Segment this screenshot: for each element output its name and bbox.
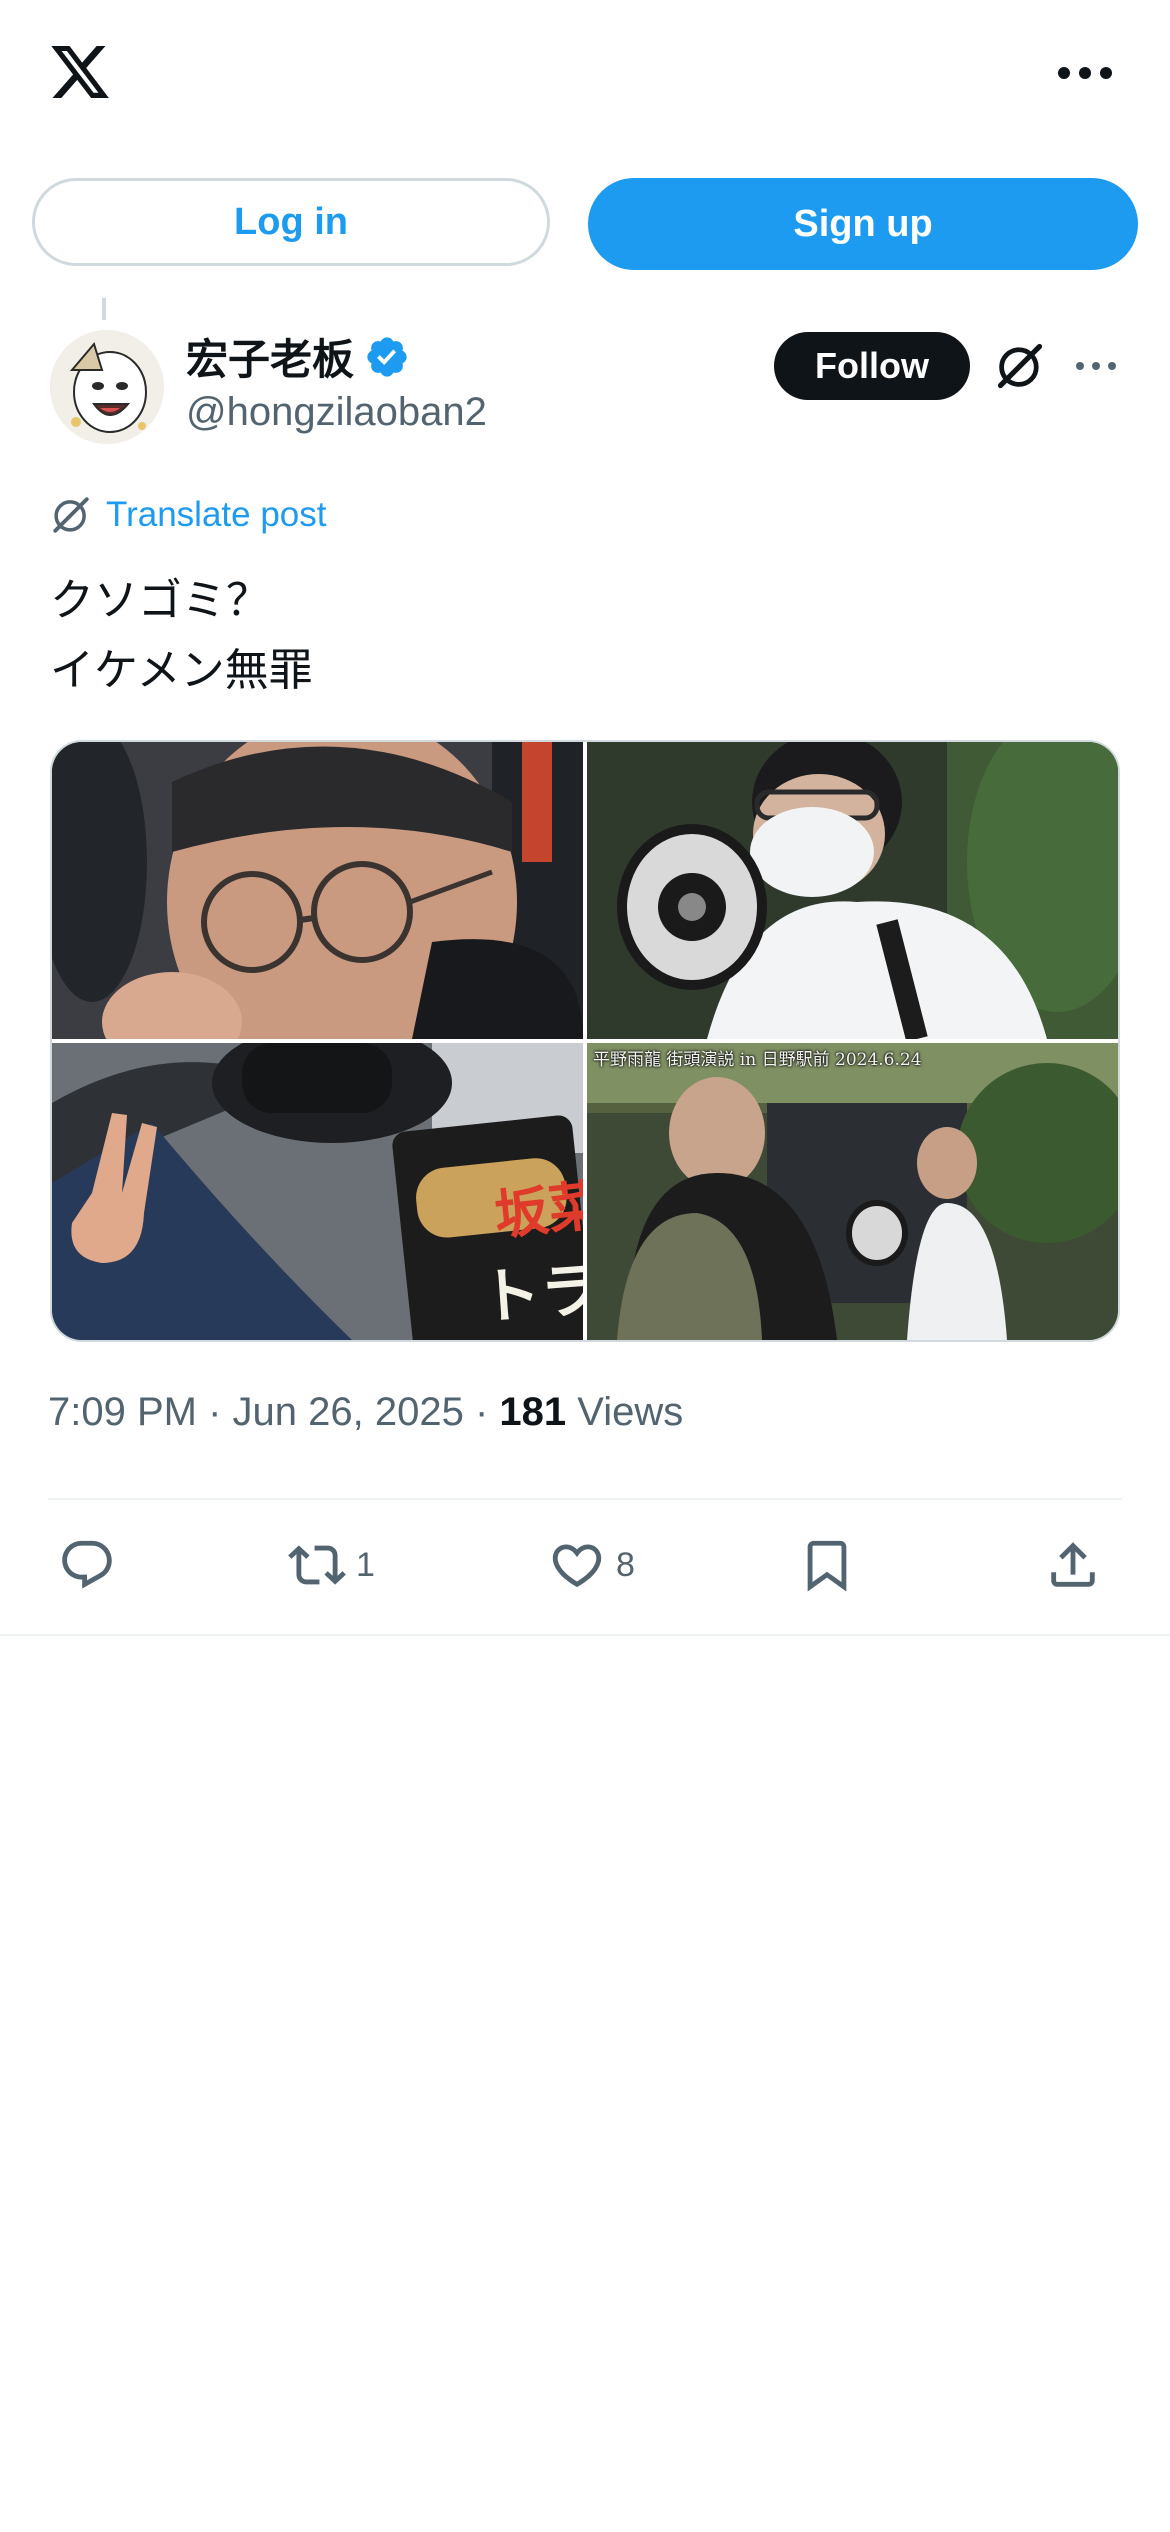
media-grid: 坂菜む トランス差 平野雨龍 街頭演説 in 日野駅前 2024.6.24 [50, 740, 1120, 1342]
repost-button[interactable]: 1 [288, 1530, 375, 1600]
reply-button[interactable] [58, 1530, 126, 1600]
bookmark-icon [807, 1540, 847, 1592]
like-heart-icon [552, 1544, 602, 1588]
image-caption: 平野雨龍 街頭演説 in 日野駅前 2024.6.24 [593, 1050, 922, 1070]
author-handle[interactable]: @hongzilaoban2 [186, 390, 487, 435]
auth-buttons: Log in Sign up [32, 178, 1138, 270]
divider [0, 1634, 1170, 1636]
share-icon [1051, 1542, 1095, 1587]
media-image-4[interactable]: 平野雨龍 街頭演説 in 日野駅前 2024.6.24 [587, 1043, 1118, 1340]
avatar-image [50, 330, 164, 444]
grok-icon[interactable] [994, 340, 1046, 392]
photo-street-speech [587, 1043, 1118, 1340]
like-count: 8 [616, 1545, 635, 1584]
photo-man-glasses [52, 742, 583, 1039]
bookmark-button[interactable] [798, 1530, 856, 1600]
share-button[interactable] [1044, 1530, 1102, 1600]
post-text-line: イケメン無罪 [50, 646, 313, 695]
signup-button[interactable]: Sign up [588, 178, 1138, 270]
author-name-row[interactable]: 宏子老板 [186, 326, 410, 387]
post-more-icon[interactable] [1074, 354, 1118, 378]
views-label: Views [577, 1390, 684, 1434]
views-count: 181 [499, 1390, 567, 1434]
like-button[interactable]: 8 [548, 1530, 635, 1600]
meta-separator: · [463, 1390, 500, 1434]
login-button[interactable]: Log in [32, 178, 550, 266]
post-text: クソゴミ？ イケメン無罪 [50, 566, 313, 706]
post-meta: 7:09 PM · Jun 26, 2025 · 181 Views [48, 1390, 683, 1435]
x-logo-icon[interactable] [46, 40, 114, 104]
repost-count: 1 [356, 1545, 375, 1584]
media-image-3[interactable]: 坂菜む トランス差 [52, 1043, 583, 1340]
divider [48, 1498, 1122, 1500]
translate-label[interactable]: Translate post [106, 495, 326, 535]
reply-icon [62, 1540, 112, 1589]
media-image-1[interactable] [52, 742, 583, 1039]
follow-button[interactable]: Follow [774, 332, 970, 400]
post-timestamp[interactable]: 7:09 PM · Jun 26, 2025 [48, 1390, 464, 1434]
translate-icon [53, 497, 89, 533]
thread-connector [102, 298, 106, 320]
top-bar [0, 0, 1170, 150]
more-horizontal-icon[interactable] [1055, 58, 1115, 88]
verified-badge-icon [367, 336, 407, 377]
post-text-line: クソゴミ？ [50, 576, 270, 625]
media-image-2[interactable] [587, 742, 1118, 1039]
translate-post-link[interactable]: Translate post [50, 494, 326, 536]
post-actions: 1 8 [48, 1530, 1122, 1600]
photo-megaphone [587, 742, 1118, 1039]
repost-icon [288, 1545, 346, 1585]
avatar[interactable] [50, 330, 164, 444]
author-display-name[interactable]: 宏子老板 [186, 326, 354, 387]
